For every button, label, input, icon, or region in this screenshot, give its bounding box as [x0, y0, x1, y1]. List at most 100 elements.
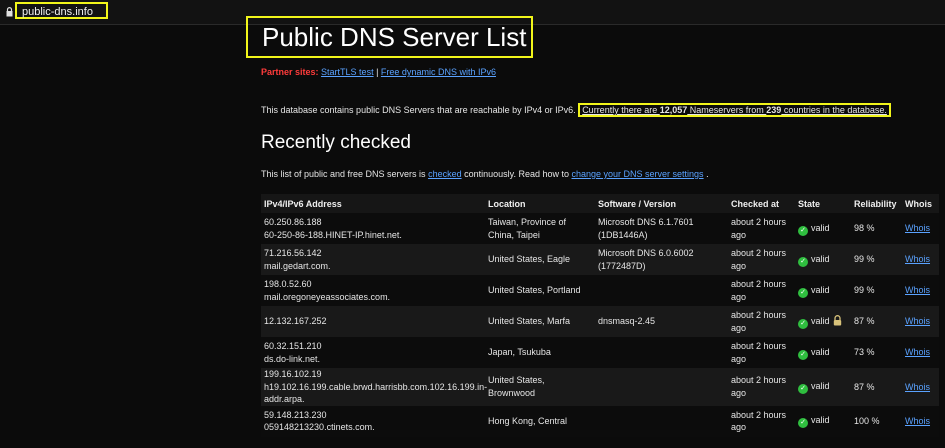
address-cell: 12.132.167.252	[261, 306, 485, 337]
address-cell: 60.32.151.210 ds.do-link.net.	[261, 337, 485, 368]
address-cell: 199.16.102.19 h19.102.16.199.cable.brwd.h…	[261, 368, 488, 406]
table-body: 60.250.86.188 60-250-86-188.HINET-IP.hine…	[261, 213, 939, 437]
state-cell: ✓ valid	[795, 368, 851, 406]
starttls-test-link[interactable]: StartTLS test	[321, 67, 374, 77]
software-cell	[595, 368, 728, 406]
reliability-cell: 73 %	[851, 337, 902, 368]
whois-link[interactable]: Whois	[905, 285, 930, 295]
check-icon: ✓	[798, 287, 808, 298]
ip-address: 60.32.151.210	[264, 341, 322, 351]
url-text[interactable]: public-dns.info	[15, 2, 108, 19]
address-cell: 60.250.86.188 60-250-86-188.HINET-IP.hine…	[261, 213, 485, 244]
table-row: 12.132.167.252 United States, Marfa dnsmas…	[261, 306, 939, 337]
server-count-box: Currently there are 12,057 Nameservers f…	[578, 103, 891, 117]
ip-address: 60.250.86.188	[264, 217, 322, 227]
state-text: valid	[811, 284, 830, 295]
col-header-reliability: Reliability	[851, 194, 902, 213]
checked-link[interactable]: checked	[428, 169, 462, 179]
state-text: valid	[811, 222, 830, 233]
checked-cell: about 2 hours ago	[728, 244, 795, 275]
checked-cell: about 2 hours ago	[728, 213, 795, 244]
checked-cell: about 2 hours ago	[728, 275, 795, 306]
partner-sites-label: Partner sites:	[261, 67, 319, 77]
address-cell: 198.0.52.60 mail.oregoneyeassociates.com.	[261, 275, 485, 306]
table-row: 71.216.56.142 mail.gedart.com. United Stat…	[261, 244, 939, 275]
software-cell: Microsoft DNS 6.0.6002 (1772487D)	[595, 244, 728, 275]
whois-link[interactable]: Whois	[905, 416, 930, 426]
col-header-checked: Checked at	[728, 194, 795, 213]
count-mid: Nameservers from	[687, 105, 767, 115]
whois-link[interactable]: Whois	[905, 223, 930, 233]
address-cell: 59.148.213.230 059148213230.ctinets.com.	[261, 405, 485, 437]
check-icon: ✓	[798, 383, 808, 394]
dns-server-table: IPv4/IPv6 Address Location Software / Ve…	[261, 194, 939, 437]
location-cell: Hong Kong, Central	[485, 405, 595, 437]
check-icon: ✓	[798, 318, 808, 329]
hostname: mail.oregoneyeassociates.com.	[264, 291, 391, 302]
table-row: 60.250.86.188 60-250-86-188.HINET-IP.hine…	[261, 213, 939, 244]
checked-cell: about 2 hours ago	[728, 306, 795, 337]
change-dns-settings-link[interactable]: change your DNS server settings	[572, 169, 704, 179]
desc-mid: continuously. Read how to	[461, 169, 572, 179]
check-icon: ✓	[798, 225, 808, 236]
intro-text: This database contains public DNS Server…	[261, 103, 891, 117]
reliability-cell: 98 %	[851, 213, 902, 244]
address-cell: 71.216.56.142 mail.gedart.com.	[261, 244, 485, 275]
whois-link[interactable]: Whois	[905, 382, 930, 392]
location-cell: United States, Portland	[485, 275, 595, 306]
intro-sentence: This database contains public DNS Server…	[261, 105, 576, 115]
software-cell	[595, 275, 728, 306]
checked-cell: about 2 hours ago	[728, 368, 795, 406]
whois-link[interactable]: Whois	[905, 316, 930, 326]
reliability-cell: 100 %	[851, 405, 902, 437]
hostname: ds.do-link.net.	[264, 353, 321, 364]
software-cell	[595, 405, 728, 437]
col-header-address: IPv4/IPv6 Address	[261, 194, 485, 213]
table-row: 199.16.102.19 h19.102.16.199.cable.brwd.h…	[261, 368, 939, 406]
state-cell: ✓ valid	[795, 275, 851, 306]
hostname: h19.102.16.199.cable.brwd.harrisbb.com.1…	[264, 381, 488, 405]
reliability-cell: 87 %	[851, 306, 902, 337]
state-text: valid	[811, 315, 830, 326]
location-cell: United States, Marfa	[485, 306, 595, 337]
partner-sites: Partner sites: StartTLS test | Free dyna…	[261, 67, 496, 77]
desc-suffix: .	[703, 169, 709, 179]
recently-checked-heading: Recently checked	[261, 132, 411, 153]
software-cell: dnsmasq-2.45	[595, 306, 728, 337]
whois-cell: Whois	[902, 213, 939, 244]
state-cell: ✓ valid	[795, 213, 851, 244]
location-cell: Japan, Tsukuba	[485, 337, 595, 368]
whois-cell: Whois	[902, 337, 939, 368]
lock-icon	[6, 7, 13, 17]
state-text: valid	[811, 380, 830, 391]
page-title: Public DNS Server List	[246, 16, 533, 58]
state-cell: ✓ valid	[795, 306, 851, 337]
reliability-cell: 99 %	[851, 244, 902, 275]
state-cell: ✓ valid	[795, 405, 851, 437]
whois-cell: Whois	[902, 405, 939, 437]
whois-link[interactable]: Whois	[905, 254, 930, 264]
desc-prefix: This list of public and free DNS servers…	[261, 169, 429, 179]
table-row: 198.0.52.60 mail.oregoneyeassociates.com.…	[261, 275, 939, 306]
table-row: 60.32.151.210 ds.do-link.net. Japan, Tsuku…	[261, 337, 939, 368]
hostname: mail.gedart.com.	[264, 260, 331, 271]
software-cell: Microsoft DNS 6.1.7601 (1DB1446A)	[595, 213, 728, 244]
state-cell: ✓ valid	[795, 337, 851, 368]
check-icon: ✓	[798, 256, 808, 267]
ip-address: 198.0.52.60	[264, 279, 312, 289]
whois-cell: Whois	[902, 244, 939, 275]
partner-separator: |	[373, 67, 381, 77]
hostname: 059148213230.ctinets.com.	[264, 422, 375, 432]
whois-link[interactable]: Whois	[905, 347, 930, 357]
col-header-whois: Whois	[902, 194, 939, 213]
reliability-cell: 87 %	[851, 368, 902, 406]
state-text: valid	[811, 415, 830, 425]
state-text: valid	[811, 346, 830, 357]
free-dynamic-dns-link[interactable]: Free dynamic DNS with IPv6	[381, 67, 496, 77]
check-icon: ✓	[798, 349, 808, 360]
checked-cell: about 2 hours ago	[728, 405, 795, 437]
ip-address: 71.216.56.142	[264, 248, 322, 258]
location-cell: United States, Brownwood	[485, 368, 595, 406]
padlock-icon	[833, 314, 841, 325]
col-header-state: State	[795, 194, 851, 213]
